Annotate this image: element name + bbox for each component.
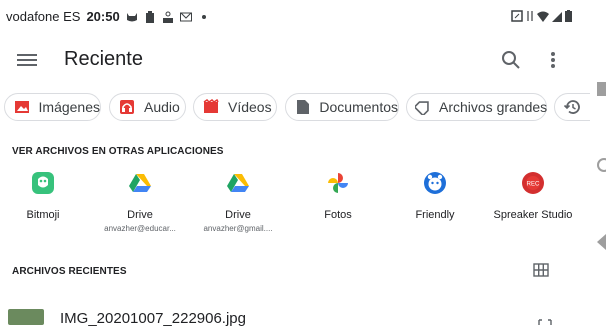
app-friendly[interactable]: Friendly (385, 170, 485, 224)
app-bar: Reciente (0, 38, 590, 84)
back-nav-icon[interactable] (597, 234, 606, 250)
chip-documentos[interactable]: Documentos (285, 93, 399, 121)
cat-notification-icon (126, 12, 137, 21)
data-arrows-icon (527, 11, 533, 21)
app-bitmoji[interactable]: Bitmoji (0, 170, 93, 224)
grid-view-icon[interactable] (533, 262, 549, 278)
app-name: Friendly (415, 209, 455, 221)
dot-icon (201, 14, 206, 19)
app-name: Fotos (324, 209, 352, 221)
status-bar: vodafone ES 20:50 (0, 0, 590, 34)
chip-label: Audio (144, 99, 180, 115)
app-name: Spreaker Studio (493, 209, 573, 221)
other-apps-list: Bitmoji Drive anvazher@educar... Drive a… (0, 170, 590, 260)
drive-icon (225, 170, 251, 196)
document-icon (294, 98, 311, 116)
file-name: IMG_20201007_222906.jpg (60, 310, 246, 327)
menu-icon[interactable] (17, 51, 37, 71)
spreaker-icon: REC (520, 170, 546, 196)
clock: 20:50 (86, 9, 120, 24)
photos-icon (325, 170, 351, 196)
more-vert-icon[interactable] (543, 49, 563, 71)
gmail-notification-icon (179, 12, 192, 21)
wifi-icon (537, 11, 549, 22)
recents-nav-icon[interactable] (597, 82, 606, 96)
app-name: Drive (127, 209, 153, 221)
app-name: Bitmoji (26, 209, 60, 221)
app-account: anvazher@educar... (104, 224, 176, 233)
signal-icon (552, 11, 562, 22)
friendly-icon (422, 170, 448, 196)
chip-label: Archivos grandes (439, 99, 548, 115)
recent-files-heading: ARCHIVOS RECIENTES (12, 266, 127, 277)
other-apps-heading: VER ARCHIVOS EN OTRAS APLICACIONES (12, 146, 224, 157)
hotspot-notification-icon (162, 11, 173, 23)
chip-audio[interactable]: Audio (109, 93, 186, 121)
chip-history[interactable] (554, 93, 590, 121)
app-account: anvazher@gmail.... (203, 224, 273, 233)
clipboard-notification-icon (145, 10, 154, 23)
chip-label: Documentos (319, 99, 398, 115)
app-drive-gmail[interactable]: Drive anvazher@gmail.... (188, 170, 288, 233)
history-icon (563, 98, 581, 116)
chip-label: Imágenes (38, 99, 100, 115)
headphones-icon (118, 98, 136, 116)
list-item[interactable]: IMG_20201007_222906.jpg (0, 305, 590, 327)
expand-icon[interactable] (538, 318, 552, 326)
category-chips: Imágenes Audio Vídeos Documentos Archivo… (0, 93, 590, 123)
chip-imagenes[interactable]: Imágenes (4, 93, 101, 121)
search-icon[interactable] (500, 49, 522, 71)
chip-archivos-grandes[interactable]: Archivos grandes (406, 93, 547, 121)
carrier-label: vodafone ES (6, 9, 81, 24)
drive-icon (127, 170, 153, 196)
home-nav-icon[interactable] (597, 158, 606, 172)
battery-icon (565, 10, 572, 22)
chip-videos[interactable]: Vídeos (193, 93, 277, 121)
system-nav-edge (591, 0, 606, 324)
chip-label: Vídeos (228, 99, 272, 115)
app-spreaker-studio[interactable]: REC Spreaker Studio (483, 170, 583, 224)
page-title: Reciente (64, 48, 143, 70)
bitmoji-icon (30, 170, 56, 196)
app-fotos[interactable]: Fotos (288, 170, 388, 224)
app-name: Drive (225, 209, 251, 221)
file-thumbnail (8, 309, 44, 325)
svg-text:REC: REC (527, 182, 540, 188)
nfc-icon (511, 10, 523, 22)
app-drive-educar[interactable]: Drive anvazher@educar... (90, 170, 190, 233)
label-icon (415, 98, 431, 116)
image-icon (13, 98, 31, 116)
movie-icon (202, 98, 220, 116)
